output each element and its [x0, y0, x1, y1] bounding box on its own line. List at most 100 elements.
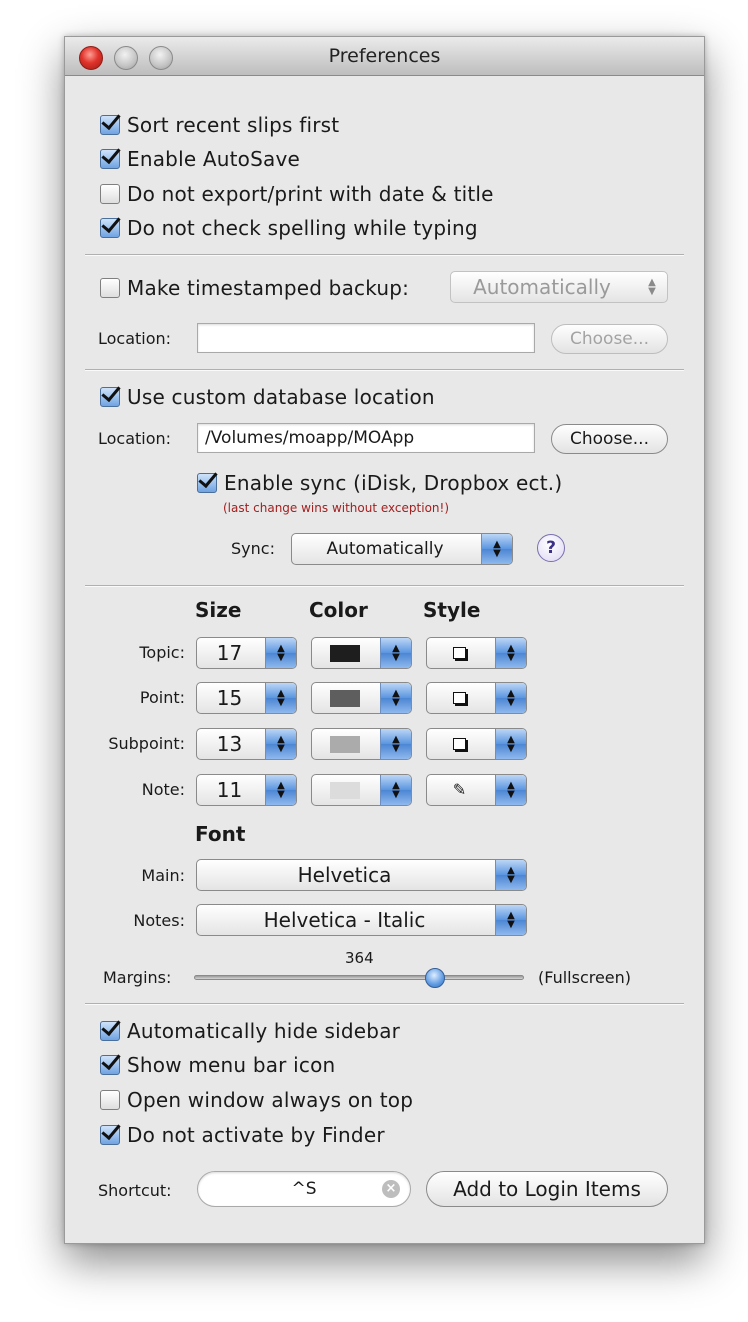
note-size-value: 11	[216, 778, 243, 802]
no-export-date-checkbox-row[interactable]: Do not export/print with date & title	[100, 182, 494, 206]
shortcut-field[interactable]: ^S	[197, 1171, 411, 1207]
enable-sync-checkbox-row[interactable]: Enable sync (iDisk, Dropbox ect.)	[197, 471, 562, 495]
shortcut-label: Shortcut:	[98, 1181, 172, 1200]
no-spelling-checkbox-row[interactable]: Do not check spelling while typing	[100, 216, 478, 240]
point-style-popup[interactable]: ▲ ▼	[426, 682, 527, 714]
up-down-arrows-icon: ▲ ▼	[265, 638, 296, 668]
subpoint-color-popup[interactable]: ▲ ▼	[311, 728, 412, 760]
custom-database-label: Use custom database location	[127, 385, 435, 409]
no-export-date-label: Do not export/print with date & title	[127, 182, 494, 206]
clear-icon[interactable]: ×	[382, 1180, 400, 1198]
sync-mode-value: Automatically	[326, 539, 444, 559]
hide-sidebar-label: Automatically hide sidebar	[127, 1019, 401, 1043]
subpoint-color-swatch	[329, 735, 360, 753]
topic-style-popup[interactable]: ▲ ▼	[426, 637, 527, 669]
note-color-popup[interactable]: ▲ ▼	[311, 774, 412, 806]
subpoint-style-popup[interactable]: ▲ ▼	[426, 728, 527, 760]
point-size-value: 15	[216, 686, 243, 710]
enable-sync-label: Enable sync (iDisk, Dropbox ect.)	[224, 471, 563, 495]
up-down-arrows-icon: ▲ ▼	[380, 729, 411, 759]
backup-location-label: Location:	[98, 329, 172, 348]
no-finder-checkbox[interactable]	[100, 1125, 120, 1145]
menu-icon-checkbox[interactable]	[100, 1055, 120, 1075]
custom-database-checkbox-row[interactable]: Use custom database location	[100, 385, 435, 409]
notes-font-popup[interactable]: Helvetica - Italic ▲ ▼	[196, 904, 527, 936]
up-down-arrows-icon: ▲ ▼	[380, 683, 411, 713]
note-label: Note:	[141, 780, 185, 799]
menu-icon-checkbox-row[interactable]: Show menu bar icon	[100, 1053, 335, 1077]
box-style-icon	[453, 692, 466, 704]
hide-sidebar-checkbox[interactable]	[100, 1021, 120, 1041]
note-style-popup[interactable]: ✎ ▲ ▼	[426, 774, 527, 806]
help-button[interactable]: ?	[537, 534, 565, 562]
margins-value: 364	[345, 949, 374, 967]
main-font-popup[interactable]: Helvetica ▲ ▼	[196, 859, 527, 891]
enable-sync-checkbox[interactable]	[197, 473, 217, 493]
note-size-popup[interactable]: 11 ▲ ▼	[196, 774, 297, 806]
database-choose-button[interactable]: Choose...	[551, 424, 668, 454]
up-down-arrows-icon: ▲ ▼	[265, 683, 296, 713]
menu-icon-label: Show menu bar icon	[127, 1053, 336, 1077]
database-location-field[interactable]: /Volumes/moapp/MOApp	[197, 423, 535, 453]
up-down-arrows-icon: ▲ ▼	[380, 775, 411, 805]
topic-label: Topic:	[139, 643, 185, 662]
window-title: Preferences	[328, 45, 441, 67]
custom-database-checkbox[interactable]	[100, 387, 120, 407]
box-style-icon	[453, 647, 466, 659]
database-location-label: Location:	[98, 429, 172, 448]
topic-size-value: 17	[216, 641, 243, 665]
margins-max-label: (Fullscreen)	[538, 968, 632, 987]
sync-mode-popup[interactable]: Automatically ▲ ▼	[291, 533, 513, 565]
point-size-popup[interactable]: 15 ▲ ▼	[196, 682, 297, 714]
up-down-arrows-icon: ▲ ▼	[495, 729, 526, 759]
up-down-arrows-icon: ▲ ▼	[495, 638, 526, 668]
no-spelling-checkbox[interactable]	[100, 218, 120, 238]
margins-slider-track[interactable]	[194, 975, 524, 980]
up-down-arrows-icon: ▲ ▼	[495, 775, 526, 805]
backup-location-field[interactable]	[197, 323, 535, 353]
no-finder-label: Do not activate by Finder	[127, 1123, 385, 1147]
shortcut-value: ^S	[291, 1179, 317, 1199]
no-spelling-label: Do not check spelling while typing	[127, 216, 478, 240]
up-down-arrows-icon: ▲ ▼	[648, 277, 656, 297]
add-to-login-items-button[interactable]: Add to Login Items	[426, 1171, 668, 1207]
topic-size-popup[interactable]: 17 ▲ ▼	[196, 637, 297, 669]
point-label: Point:	[139, 688, 185, 707]
backup-checkbox[interactable]	[100, 278, 120, 298]
always-on-top-checkbox[interactable]	[100, 1090, 120, 1110]
note-color-swatch	[329, 781, 360, 799]
style-header: Style	[423, 598, 481, 622]
topic-color-swatch	[329, 644, 360, 662]
hide-sidebar-checkbox-row[interactable]: Automatically hide sidebar	[100, 1019, 400, 1043]
no-export-date-checkbox[interactable]	[100, 184, 120, 204]
autosave-checkbox[interactable]	[100, 149, 120, 169]
title-bar[interactable]: Preferences	[65, 37, 704, 76]
point-color-popup[interactable]: ▲ ▼	[311, 682, 412, 714]
up-down-arrows-icon: ▲ ▼	[481, 534, 512, 564]
up-down-arrows-icon: ▲ ▼	[495, 905, 526, 935]
subpoint-size-popup[interactable]: 13 ▲ ▼	[196, 728, 297, 760]
sort-recent-label: Sort recent slips first	[127, 113, 340, 137]
always-on-top-label: Open window always on top	[127, 1088, 414, 1112]
backup-checkbox-row[interactable]: Make timestamped backup:	[100, 276, 409, 300]
point-color-swatch	[329, 689, 360, 707]
always-on-top-checkbox-row[interactable]: Open window always on top	[100, 1088, 413, 1112]
backup-choose-button[interactable]: Choose...	[551, 324, 668, 354]
sync-warning: (last change wins without exception!)	[223, 501, 450, 515]
margins-slider-thumb[interactable]	[424, 968, 445, 988]
no-finder-checkbox-row[interactable]: Do not activate by Finder	[100, 1123, 385, 1147]
subpoint-label: Subpoint:	[108, 734, 185, 753]
separator	[85, 1003, 684, 1005]
margins-label: Margins:	[103, 968, 172, 987]
up-down-arrows-icon: ▲ ▼	[265, 775, 296, 805]
color-header: Color	[309, 598, 368, 622]
pencil-icon: ✎	[452, 780, 467, 799]
autosave-checkbox-row[interactable]: Enable AutoSave	[100, 147, 300, 171]
backup-frequency-value: Automatically	[473, 275, 611, 299]
up-down-arrows-icon: ▲ ▼	[495, 860, 526, 890]
sort-recent-checkbox-row[interactable]: Sort recent slips first	[100, 113, 339, 137]
sort-recent-checkbox[interactable]	[100, 115, 120, 135]
subpoint-size-value: 13	[216, 732, 243, 756]
backup-frequency-popup[interactable]: Automatically ▲ ▼	[450, 271, 668, 303]
topic-color-popup[interactable]: ▲ ▼	[311, 637, 412, 669]
